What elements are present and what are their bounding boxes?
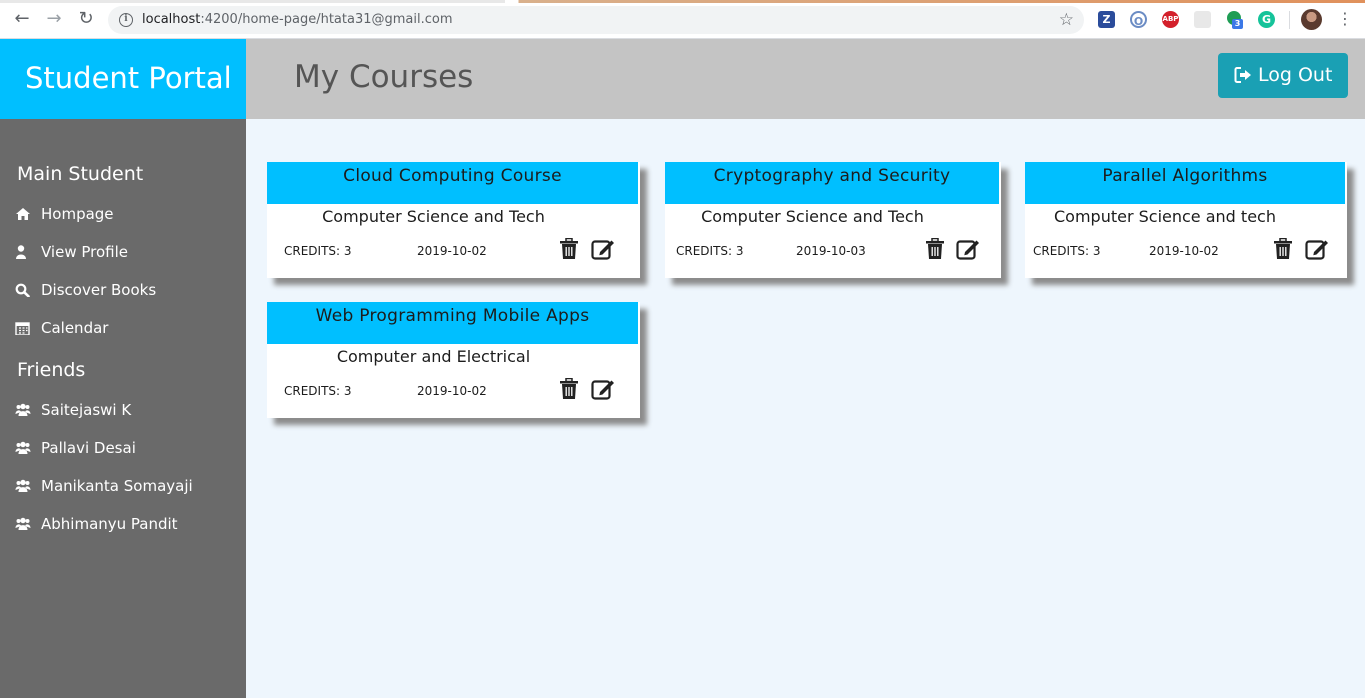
edit-icon[interactable] [956, 238, 981, 260]
trash-icon[interactable] [559, 238, 579, 260]
reload-icon[interactable]: ↻ [76, 9, 96, 29]
users-icon [15, 441, 31, 454]
course-date: 2019-10-02 [417, 384, 487, 398]
sidebar-item-label: View Profile [41, 243, 129, 261]
course-title: Web Programming Mobile Apps [315, 306, 590, 326]
forward-arrow-icon[interactable]: → [44, 9, 64, 29]
sidebar-friend-label: Abhimanyu Pandit [41, 515, 178, 533]
sidebar: Main Student Hompage View Profile Discov… [0, 119, 246, 698]
course-card[interactable]: Parallel Algorithms Computer Science and… [1025, 162, 1347, 278]
page-header: My Courses Log Out [246, 39, 1365, 119]
course-card-header: Web Programming Mobile Apps [267, 302, 638, 344]
sidebar-friend-label: Manikanta Somayaji [41, 477, 193, 495]
sidebar-friend-manikanta-somayaji[interactable]: Manikanta Somayaji [15, 474, 235, 500]
toolbar-divider [1289, 11, 1290, 29]
address-bar[interactable]: i localhost:4200/home-page/htata31@gmail… [108, 6, 1084, 34]
extension-badge-icon[interactable]: 3 [1227, 11, 1243, 29]
course-card-header: Cryptography and Security [665, 162, 999, 204]
edit-icon[interactable] [591, 378, 616, 400]
course-credits: CREDITS: 3 [676, 244, 744, 258]
home-icon [16, 208, 30, 220]
browser-menu-icon[interactable]: ⋮ [1337, 9, 1353, 29]
course-date: 2019-10-02 [417, 244, 487, 258]
browser-toolbar: ← → ↻ i localhost:4200/home-page/htata31… [0, 0, 1365, 39]
search-icon [15, 283, 30, 297]
course-title: Cryptography and Security [713, 166, 951, 186]
sign-out-icon [1234, 67, 1251, 83]
course-credits: CREDITS: 3 [1033, 244, 1101, 258]
zotero-extension-icon[interactable]: Z [1098, 11, 1115, 28]
calendar-icon [15, 322, 30, 335]
bookmark-star-icon[interactable]: ☆ [1059, 10, 1074, 30]
sidebar-heading-main: Main Student [17, 163, 144, 185]
user-icon [16, 245, 26, 259]
url-host: localhost [142, 12, 201, 27]
course-card[interactable]: Cloud Computing Course Computer Science … [267, 162, 640, 278]
profile-avatar[interactable] [1301, 9, 1322, 30]
url-path: :4200/home-page/htata31@gmail.com [200, 12, 453, 27]
sidebar-friend-saitejaswi-k[interactable]: Saitejaswi K [15, 398, 235, 424]
users-icon [15, 479, 31, 492]
extension-badge-count: 3 [1232, 19, 1243, 29]
course-department: Computer and Electrical [336, 347, 531, 366]
course-title: Parallel Algorithms [1102, 166, 1268, 186]
course-department: Computer Science and Tech [322, 207, 545, 226]
logout-label: Log Out [1258, 64, 1333, 86]
course-credits: CREDITS: 3 [284, 244, 352, 258]
info-icon[interactable]: i [119, 13, 133, 27]
trash-icon[interactable] [925, 238, 945, 260]
course-date: 2019-10-02 [1149, 244, 1219, 258]
extension-grid-icon[interactable] [1194, 11, 1211, 28]
sidebar-friend-label: Saitejaswi K [41, 401, 132, 419]
course-card[interactable]: Web Programming Mobile Apps Computer and… [267, 302, 640, 418]
course-department: Computer Science and tech [1054, 207, 1276, 226]
url-text[interactable]: localhost:4200/home-page/htata31@gmail.c… [142, 12, 453, 27]
sidebar-item-label: Discover Books [41, 281, 157, 299]
course-card-header: Cloud Computing Course [267, 162, 638, 204]
page-title: My Courses [294, 59, 474, 95]
sidebar-item-hompage[interactable]: Hompage [15, 202, 235, 228]
sidebar-item-label: Calendar [41, 319, 109, 337]
sidebar-item-label: Hompage [41, 205, 114, 223]
back-arrow-icon[interactable]: ← [12, 9, 32, 29]
edit-icon[interactable] [591, 238, 616, 260]
sidebar-friend-abhimanyu-pandit[interactable]: Abhimanyu Pandit [15, 512, 235, 538]
course-date: 2019-10-03 [796, 244, 866, 258]
trash-icon[interactable] [559, 378, 579, 400]
extension-o-icon[interactable]: O [1130, 11, 1147, 28]
users-icon [15, 517, 31, 530]
course-title: Cloud Computing Course [343, 166, 562, 186]
users-icon [15, 403, 31, 416]
trash-icon[interactable] [1273, 238, 1293, 260]
brand-title: Student Portal [25, 61, 232, 95]
course-card[interactable]: Cryptography and Security Computer Scien… [665, 162, 1001, 278]
sidebar-item-discover-books[interactable]: Discover Books [15, 278, 235, 304]
sidebar-friend-pallavi-desai[interactable]: Pallavi Desai [15, 436, 235, 462]
sidebar-friend-label: Pallavi Desai [41, 439, 136, 457]
logout-button[interactable]: Log Out [1218, 53, 1348, 98]
adblock-plus-icon[interactable]: ABP [1162, 11, 1179, 28]
tab-strip [0, 0, 1365, 3]
courses-area: Cloud Computing Course Computer Science … [246, 119, 1365, 698]
course-department: Computer Science and Tech [701, 207, 924, 226]
course-credits: CREDITS: 3 [284, 384, 352, 398]
edit-icon[interactable] [1305, 238, 1330, 260]
grammarly-icon[interactable]: G [1258, 11, 1275, 28]
brand-panel: Student Portal [0, 39, 246, 119]
sidebar-item-view-profile[interactable]: View Profile [15, 240, 235, 266]
sidebar-item-calendar[interactable]: Calendar [15, 316, 235, 342]
course-card-header: Parallel Algorithms [1025, 162, 1345, 204]
sidebar-heading-friends: Friends [17, 359, 86, 381]
